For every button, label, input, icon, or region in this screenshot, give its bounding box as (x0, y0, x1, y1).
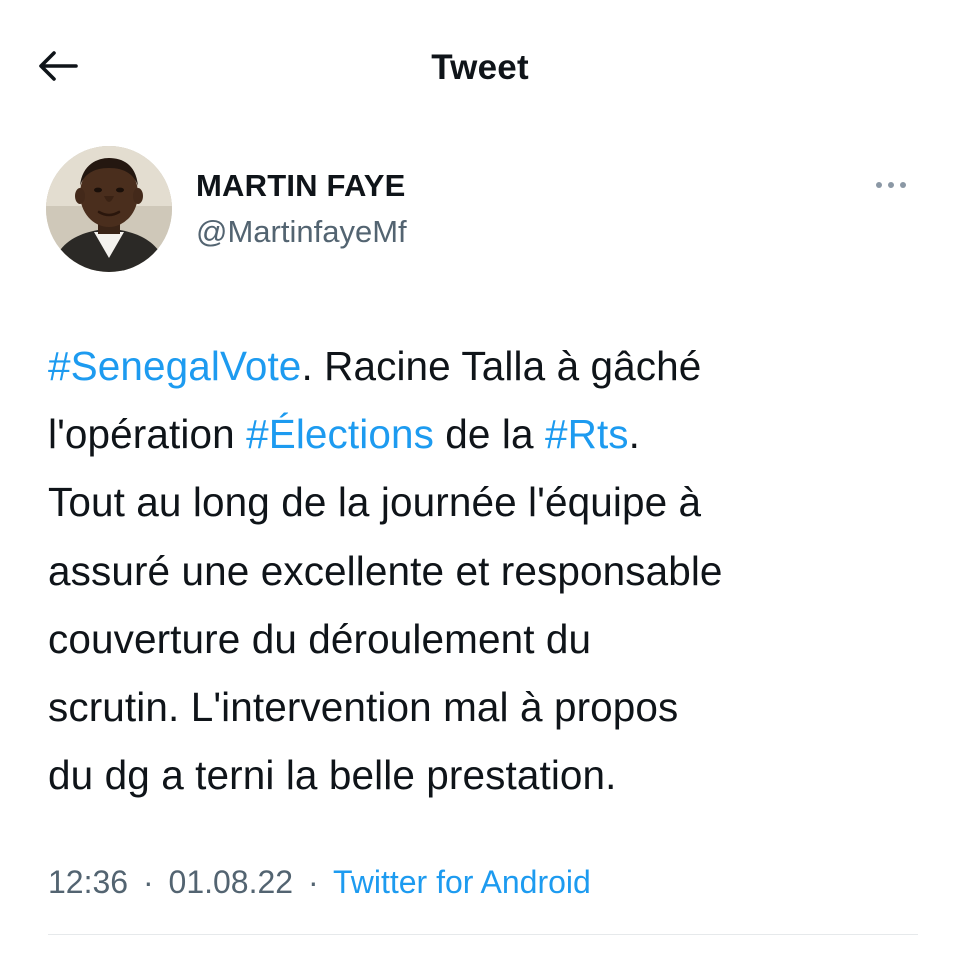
tweet-date[interactable]: 01.08.22 (169, 864, 294, 900)
divider (48, 934, 918, 935)
tweet-time[interactable]: 12:36 (48, 864, 128, 900)
tweet-source-link[interactable]: Twitter for Android (333, 864, 591, 900)
top-bar: Tweet (0, 0, 960, 140)
hashtag-link[interactable]: #Élections (246, 411, 434, 457)
more-horizontal-icon (874, 177, 908, 195)
tweet-text-segment: Tout au long de la journée l'équipe à (48, 479, 702, 526)
meta-separator: · (307, 864, 319, 900)
hashtag-link[interactable]: #SenegalVote (48, 343, 301, 389)
tweet-screen: Tweet MARTIN FAYE @MartinfayeMf #Senegal… (0, 0, 960, 954)
tweet-text-segment: . (628, 411, 641, 458)
avatar[interactable] (46, 146, 172, 272)
tweet-text-segment: scrutin. L'intervention mal à propos (48, 684, 679, 731)
more-options-button[interactable] (868, 168, 914, 204)
tweet-metadata: 12:36 · 01.08.22 · Twitter for Android (48, 862, 591, 902)
tweet-text-segment: du dg a terni la belle prestation. (48, 752, 617, 799)
page-title: Tweet (431, 48, 529, 87)
tweet-text-segment: assuré une excellente et responsable (48, 547, 723, 594)
hashtag-link[interactable]: #Rts (545, 411, 629, 457)
tweet-text-line: Tout au long de la journée l'équipe à (48, 468, 928, 536)
tweet-text-line: couverture du déroulement du (48, 605, 928, 673)
tweet-text-line: l'opération #Élections de la #Rts. (48, 400, 928, 468)
meta-separator: · (142, 864, 154, 900)
author-handle[interactable]: @MartinfayeMf (196, 212, 407, 252)
tweet-text-segment: de la (433, 411, 545, 458)
author-display-name[interactable]: MARTIN FAYE (196, 166, 405, 206)
tweet-text-line: du dg a terni la belle prestation. (48, 741, 928, 809)
tweet-text-line: scrutin. L'intervention mal à propos (48, 673, 928, 741)
tweet-text-segment: couverture du déroulement du (48, 615, 592, 662)
tweet-author: MARTIN FAYE @MartinfayeMf (46, 146, 916, 276)
tweet-text-segment: . Racine Talla à gâché (301, 343, 702, 389)
tweet-text: #SenegalVote. Racine Talla à gâché l'opér… (48, 332, 928, 809)
tweet-text-segment: l'opération (48, 411, 247, 458)
tweet-text-line: #SenegalVote. Racine Talla à gâché (48, 332, 928, 400)
tweet-text-line: assuré une excellente et responsable (48, 537, 928, 605)
